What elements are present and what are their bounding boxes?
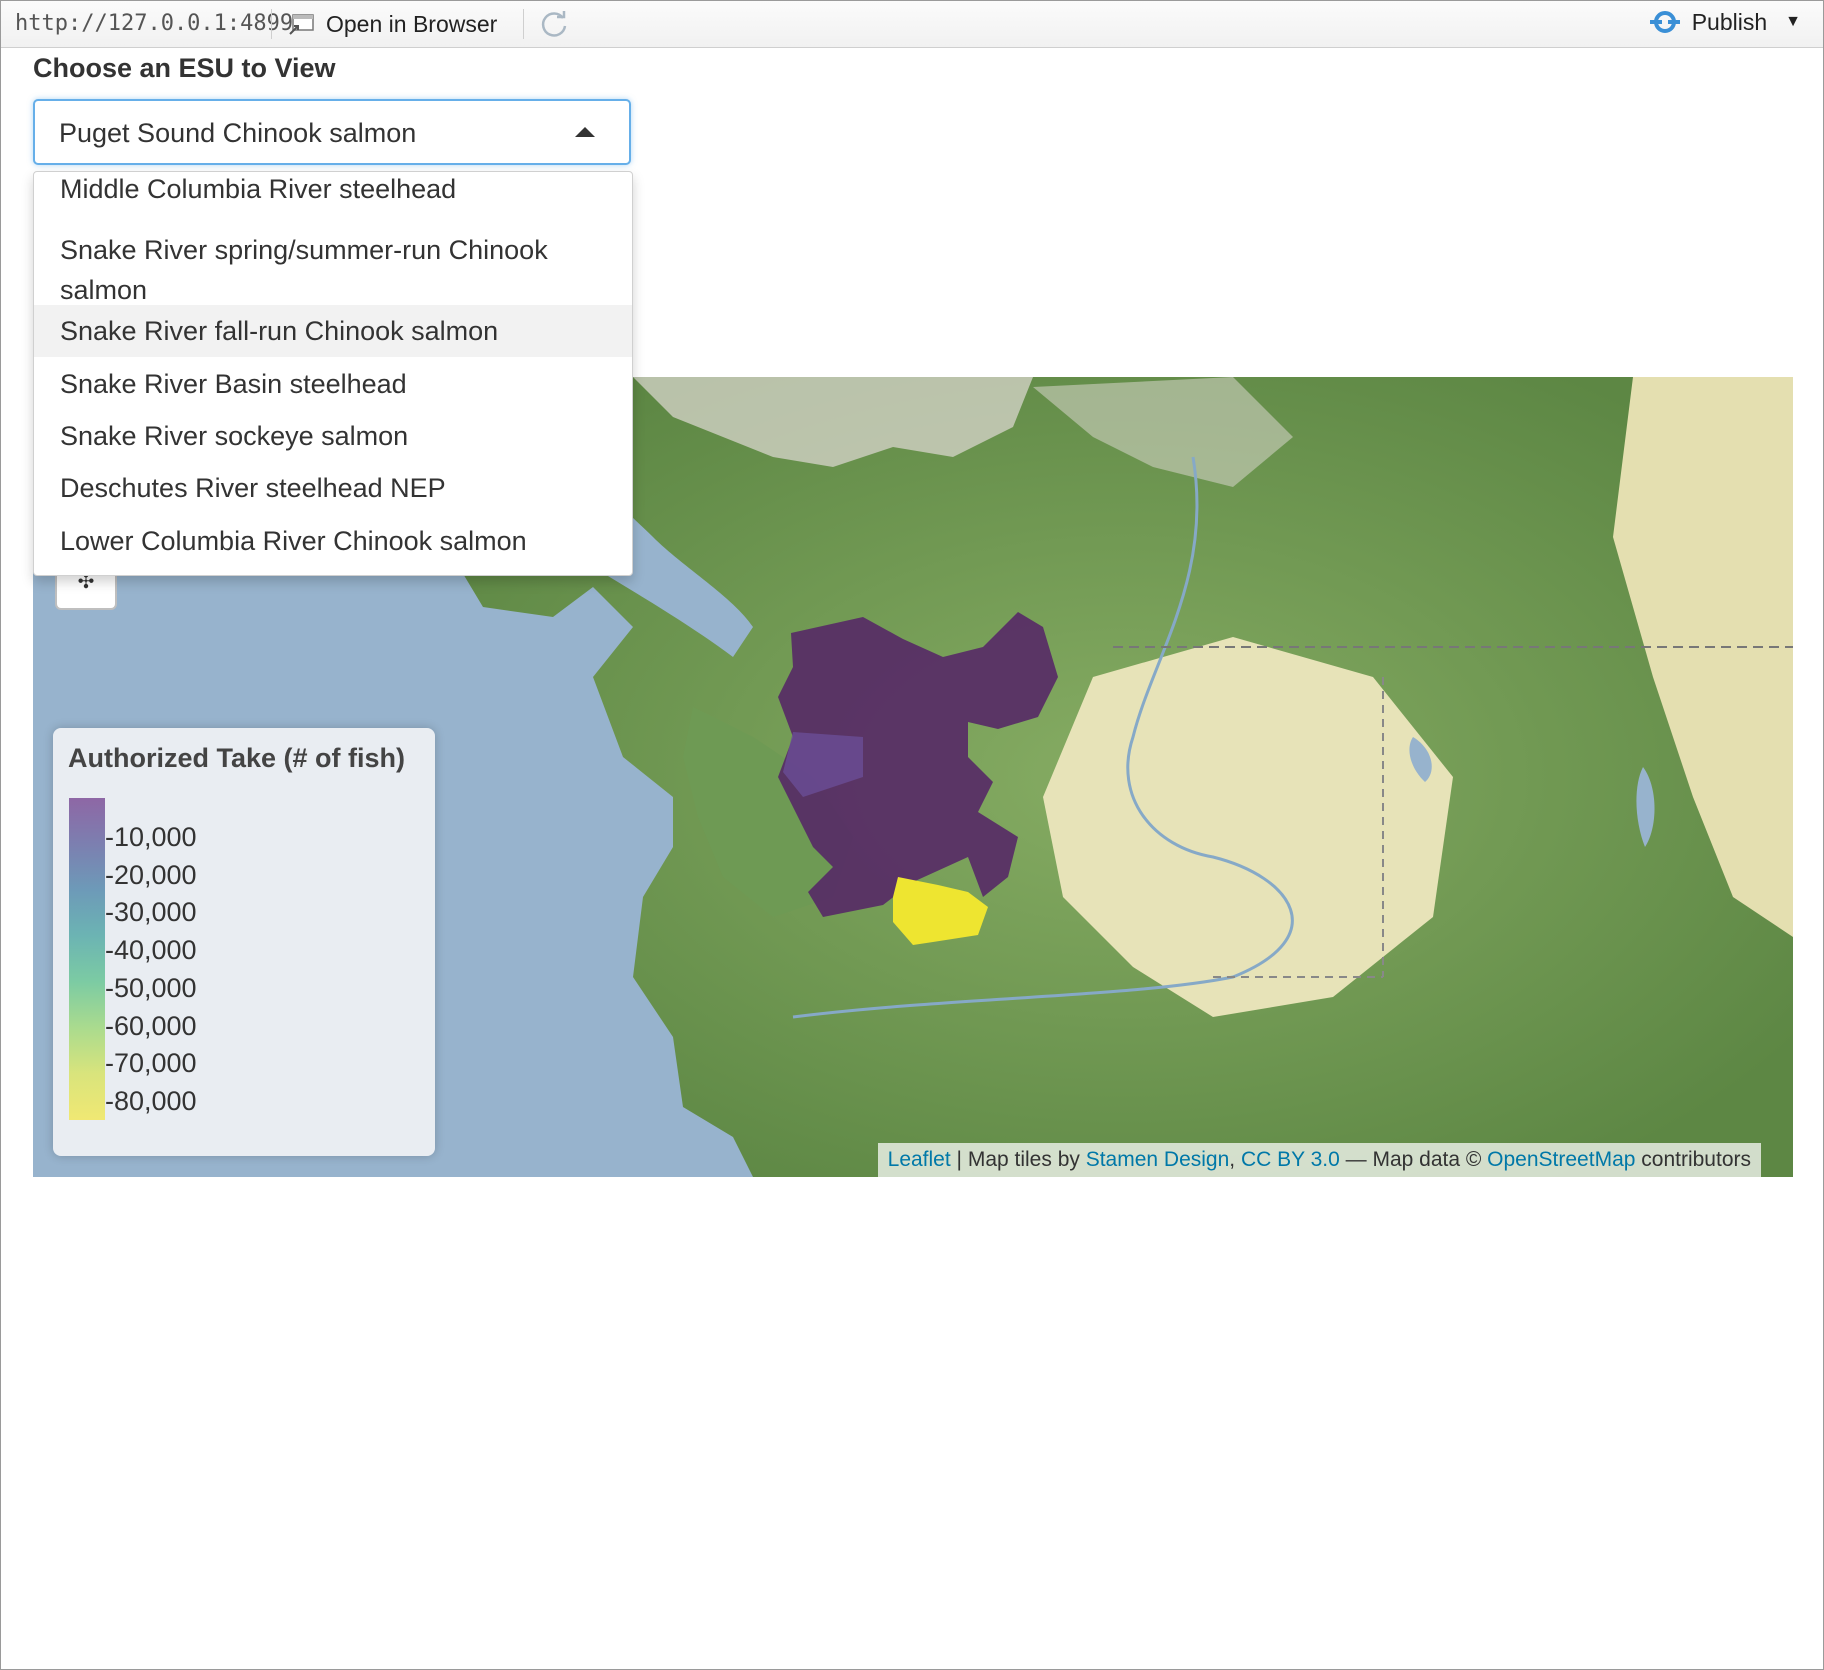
stamen-link[interactable]: Stamen Design	[1086, 1148, 1230, 1172]
legend-ticks: -10,000 -20,000 -30,000 -40,000 -50,000 -60,0…	[105, 798, 305, 1120]
esu-option[interactable]: Snake River fall-run Chinook salmon	[34, 305, 632, 357]
esu-option[interactable]: Snake River sockeye salmon	[34, 410, 632, 462]
map-attribution: Leaflet | Map tiles by Stamen Design , C…	[877, 1143, 1761, 1177]
legend-tick-label: -60,000	[105, 1010, 197, 1041]
legend-tick-label: -10,000	[105, 822, 197, 852]
refresh-icon[interactable]	[539, 9, 569, 39]
attribution-text: — Map data ©	[1339, 1148, 1488, 1171]
cc-by-link[interactable]: CC BY 3.0	[1241, 1148, 1340, 1172]
esu-dropdown-menu: Middle Columbia River steelhead Snake Riv…	[33, 171, 633, 576]
legend-tick-label: -50,000	[105, 972, 197, 1003]
legend-color-ramp	[69, 798, 105, 1120]
esu-option[interactable]: Deschutes River steelhead NEP	[34, 462, 632, 514]
viewer-toolbar: http://127.0.0.1:4899 Open in Browser Pu…	[1, 1, 1823, 48]
esu-option[interactable]: Middle Columbia River steelhead	[34, 172, 632, 209]
toolbar-divider	[271, 9, 272, 39]
esu-option[interactable]: Lower Columbia River Chinook salmon	[34, 515, 632, 567]
legend-title: Authorized Take (# of fish)	[68, 743, 406, 773]
open-in-browser-label: Open in Browser	[326, 10, 498, 37]
legend-tick-label: -40,000	[105, 935, 197, 966]
attribution-text: contributors	[1635, 1148, 1751, 1171]
legend-tick-label: -80,000	[105, 1086, 197, 1116]
attribution-text: | Map tiles by	[950, 1148, 1086, 1171]
map-legend: Authorized Take (# of fish) -10,000 -20,0…	[53, 728, 435, 1156]
url-text: http://127.0.0.1:4899	[15, 11, 294, 36]
esu-option[interactable]: Snake River spring/summer-run Chinook sa…	[34, 224, 632, 305]
toolbar-divider	[523, 9, 524, 39]
publish-button[interactable]: Publish ▼	[1648, 8, 1801, 36]
legend-tick-label: -70,000	[105, 1048, 197, 1079]
chevron-down-icon: ▼	[1785, 13, 1801, 30]
esu-select-value: Puget Sound Chinook salmon	[59, 118, 417, 148]
publish-icon	[1649, 11, 1680, 33]
esu-select[interactable]: Puget Sound Chinook salmon	[33, 99, 631, 165]
openstreetmap-link[interactable]: OpenStreetMap	[1487, 1148, 1635, 1172]
browser-icon	[289, 14, 314, 35]
legend-tick-label: -30,000	[105, 897, 197, 928]
esu-option[interactable]: Snake River Basin steelhead	[34, 358, 632, 410]
rstudio-viewer-window: http://127.0.0.1:4899 Open in Browser Pu…	[0, 0, 1824, 1670]
caret-up-icon	[575, 127, 595, 137]
open-in-browser-button[interactable]: Open in Browser	[288, 7, 497, 41]
attribution-text: ,	[1229, 1148, 1241, 1171]
legend-tick-label: -20,000	[105, 859, 197, 890]
esu-select-label: Choose an ESU to View	[33, 53, 336, 83]
leaflet-link[interactable]: Leaflet	[888, 1148, 951, 1172]
publish-label: Publish	[1691, 8, 1768, 35]
